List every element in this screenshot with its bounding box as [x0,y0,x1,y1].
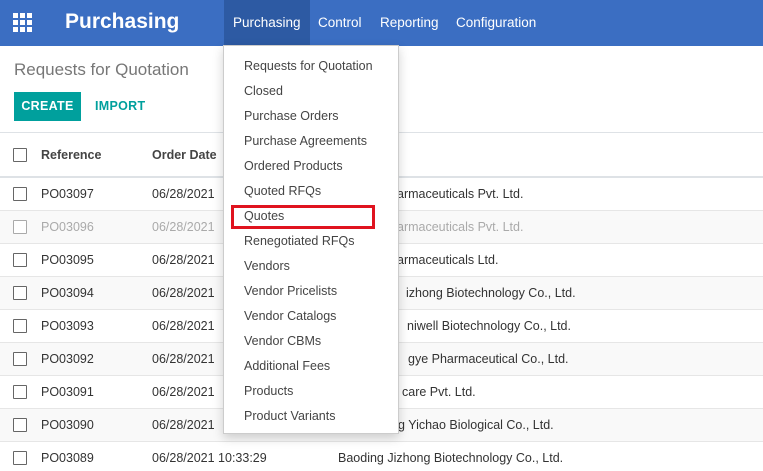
row-reference: PO03094 [41,286,94,300]
app-brand[interactable]: Purchasing [65,10,179,34]
row-checkbox[interactable] [13,187,27,201]
menu-item-vendor-pricelists[interactable]: Vendor Pricelists [244,284,337,298]
row-order-date: 06/28/2021 [152,286,215,300]
apps-grid-icon[interactable] [13,13,33,33]
row-order-date: 06/28/2021 [152,187,215,201]
row-vendor: g Yichao Biological Co., Ltd. [398,418,554,432]
row-reference: PO03095 [41,253,94,267]
row-vendor: care Pvt. Ltd. [402,385,476,399]
menu-item-closed[interactable]: Closed [244,84,283,98]
menu-item-purchase-orders[interactable]: Purchase Orders [244,109,338,123]
menu-item-requests-for-quotation[interactable]: Requests for Quotation [244,59,373,73]
menu-item-quoted-rfqs[interactable]: Quoted RFQs [244,184,321,198]
row-vendor: Baoding Jizhong Biotechnology Co., Ltd. [338,451,564,465]
row-checkbox[interactable] [13,253,27,267]
row-order-date: 06/28/2021 [152,253,215,267]
row-reference: PO03090 [41,418,94,432]
menu-item-ordered-products[interactable]: Ordered Products [244,159,343,173]
row-checkbox[interactable] [13,385,27,399]
nav-menu-control[interactable]: Control [309,0,371,46]
row-order-date: 06/28/2021 [152,220,215,234]
row-order-date: 06/28/2021 [152,418,215,432]
row-order-date: 06/28/2021 [152,385,215,399]
row-checkbox[interactable] [13,220,27,234]
nav-menu-purchasing[interactable]: Purchasing [224,0,310,46]
row-reference: PO03091 [41,385,94,399]
breadcrumb-title: Requests for Quotation [14,60,189,79]
row-vendor: gye Pharmaceutical Co., Ltd. [408,352,569,366]
import-button[interactable]: IMPORT [95,92,145,121]
menu-item-vendors[interactable]: Vendors [244,259,290,273]
menu-item-vendor-catalogs[interactable]: Vendor Catalogs [244,309,336,323]
row-order-date: 06/28/2021 [152,352,215,366]
row-vendor: izhong Biotechnology Co., Ltd. [406,286,576,300]
row-vendor: armaceuticals Pvt. Ltd. [397,187,524,201]
row-reference: PO03089 [41,451,94,465]
top-navbar: Purchasing Purchasing Control Reporting … [0,0,763,46]
menu-item-quotes[interactable]: Quotes [244,209,284,223]
create-button[interactable]: CREATE [14,92,81,121]
nav-menu-reporting[interactable]: Reporting [371,0,448,46]
row-order-date: 06/28/2021 10:33:29 [152,451,267,465]
row-reference: PO03092 [41,352,94,366]
row-checkbox[interactable] [13,352,27,366]
row-checkbox[interactable] [13,319,27,333]
row-checkbox[interactable] [13,418,27,432]
row-vendor: niwell Biotechnology Co., Ltd. [407,319,571,333]
select-all-checkbox[interactable] [13,148,27,162]
row-reference: PO03093 [41,319,94,333]
row-order-date: 06/28/2021 [152,319,215,333]
column-header-reference[interactable]: Reference [41,148,101,162]
table-row[interactable]: PO03089 06/28/2021 10:33:29 Baoding Jizh… [0,442,763,471]
menu-item-products[interactable]: Products [244,384,293,398]
column-header-order-date[interactable]: Order Date [152,148,217,162]
menu-item-renegotiated-rfqs[interactable]: Renegotiated RFQs [244,234,354,248]
row-vendor: armaceuticals Pvt. Ltd. [397,220,524,234]
menu-item-purchase-agreements[interactable]: Purchase Agreements [244,134,367,148]
menu-item-product-variants[interactable]: Product Variants [244,409,335,423]
row-reference: PO03097 [41,187,94,201]
row-checkbox[interactable] [13,286,27,300]
row-vendor: armaceuticals Ltd. [397,253,499,267]
row-checkbox[interactable] [13,451,27,465]
menu-item-vendor-cbms[interactable]: Vendor CBMs [244,334,321,348]
row-reference: PO03096 [41,220,94,234]
purchasing-dropdown-menu: Requests for Quotation Closed Purchase O… [223,45,399,434]
menu-item-additional-fees[interactable]: Additional Fees [244,359,330,373]
nav-menu-configuration[interactable]: Configuration [447,0,545,46]
